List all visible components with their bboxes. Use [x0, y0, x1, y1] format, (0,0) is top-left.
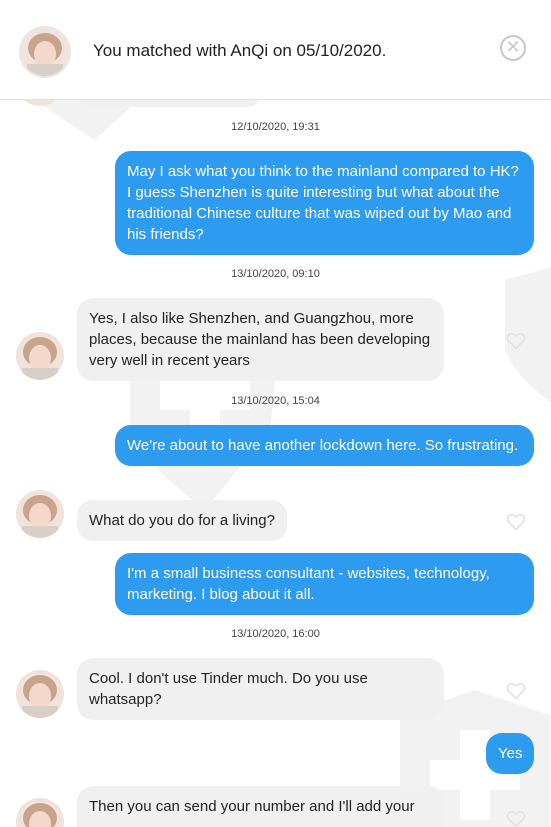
message-bubble-sent: I'm a small business consultant - websit…	[115, 553, 534, 615]
message-bubble-sent: May I ask what you think to the mainland…	[115, 151, 534, 255]
avatar[interactable]	[16, 332, 64, 380]
match-avatar[interactable]	[19, 26, 71, 78]
message-bubble-received: What do you do for a living?	[77, 500, 287, 541]
heart-icon[interactable]	[506, 682, 526, 700]
chat-thread[interactable]: 12/10/2020, 19:31 May I ask what you thi…	[0, 100, 551, 827]
close-icon[interactable]: ✕	[500, 35, 526, 61]
message-bubble-received: Yes, I also like Shenzhen, and Guangzhou…	[77, 298, 444, 381]
avatar[interactable]	[16, 100, 64, 106]
message-timestamp: 13/10/2020, 09:10	[231, 268, 320, 280]
heart-icon[interactable]	[506, 810, 526, 827]
avatar[interactable]	[16, 670, 64, 718]
match-text: You matched with AnQi on 05/10/2020.	[93, 41, 387, 60]
message-bubble-received: Then you can send your number and I'll a…	[77, 786, 444, 827]
avatar[interactable]	[16, 798, 64, 827]
avatar[interactable]	[16, 490, 64, 538]
heart-icon[interactable]	[506, 332, 526, 350]
message-timestamp: 13/10/2020, 15:04	[231, 395, 320, 407]
message-bubble-received-partial	[77, 100, 262, 107]
match-header: You matched with AnQi on 05/10/2020. ✕	[0, 0, 551, 100]
message-timestamp: 13/10/2020, 16:00	[231, 628, 320, 640]
message-bubble-sent: Yes	[486, 733, 534, 774]
message-bubble-received: Cool. I don't use Tinder much. Do you us…	[77, 658, 444, 720]
message-timestamp: 12/10/2020, 19:31	[231, 121, 320, 133]
heart-icon[interactable]	[506, 513, 526, 531]
message-bubble-sent: We're about to have another lockdown her…	[115, 425, 534, 466]
